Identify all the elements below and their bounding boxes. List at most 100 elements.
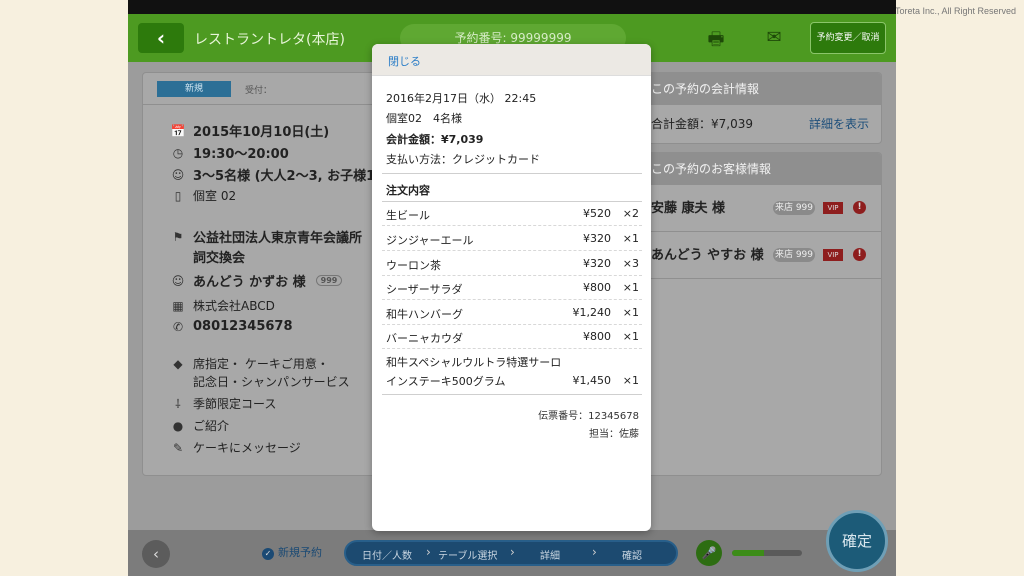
- cake-message-text: ケーキにメッセージ: [193, 441, 301, 455]
- customer-card: この予約のお客様情報 安藤 康夫 様 来店 999 VIP ! あんどう やすお…: [640, 152, 882, 476]
- person-icon: ☺: [171, 167, 185, 182]
- room-row: ▯ 個室 02: [169, 187, 236, 204]
- bottom-back-button[interactable]: ‹: [142, 540, 170, 568]
- detail-link[interactable]: 詳細を表示: [809, 105, 869, 143]
- date-row: 📅 2015年10月10日(土): [169, 121, 330, 141]
- new-reservation-button[interactable]: ✓ 新規予約: [262, 544, 322, 560]
- org-text-2: 詞交換会: [193, 251, 246, 266]
- requests-text-2: 記念日・シャンパンサービス: [193, 375, 350, 389]
- step-detail[interactable]: 詳細: [540, 547, 560, 562]
- divider: [382, 201, 642, 202]
- phone-icon: ✆: [172, 319, 184, 334]
- company-text: 株式会社ABCD: [193, 299, 275, 313]
- customer-row[interactable]: 安藤 康夫 様 来店 999 VIP !: [641, 185, 881, 231]
- step-date[interactable]: 日付／人数: [362, 547, 412, 562]
- receipt-total: 会計金額：¥7,039: [386, 133, 484, 146]
- visit-count-badge: 来店 999: [773, 248, 815, 262]
- accounting-title: この予約の会計情報: [641, 73, 881, 105]
- item-name-cont: インステーキ500グラム: [386, 375, 506, 388]
- step-confirm[interactable]: 確認: [622, 547, 642, 562]
- mail-icon[interactable]: ✉: [762, 27, 786, 49]
- clock-icon: ◷: [172, 145, 184, 160]
- room-text: 個室 02: [193, 189, 237, 203]
- item-price: ¥800: [583, 281, 611, 294]
- new-badge: 新規: [157, 81, 231, 97]
- receipt-datetime: 2016年2月17日（水） 22:45: [386, 92, 537, 105]
- item-qty: ×1: [622, 281, 639, 294]
- modal-header: 閉じる: [372, 44, 651, 76]
- back-button[interactable]: ‹: [138, 23, 184, 53]
- change-cancel-button[interactable]: 予約変更／取消: [810, 22, 886, 54]
- course-text: 季節限定コース: [193, 397, 277, 411]
- chevron-right-icon: ›: [510, 545, 515, 559]
- accounting-card: この予約の会計情報 合計金額：¥7,039 詳細を表示: [640, 72, 882, 144]
- customer-title: この予約のお客様情報: [641, 153, 881, 185]
- receipt-payment: 支払い方法：クレジットカード: [386, 153, 540, 166]
- customer-name: 安藤 康夫 様: [651, 201, 726, 216]
- microphone-icon[interactable]: 🎤: [696, 540, 722, 566]
- guest-row: ☺ あんどう かずお 様 999: [169, 271, 343, 290]
- mic-level-fill: [732, 550, 764, 556]
- calendar-icon: 📅: [170, 123, 186, 138]
- accounting-row: 合計金額：¥7,039 詳細を表示: [641, 105, 881, 143]
- door-icon: ▯: [174, 188, 182, 203]
- item-price: ¥1,450: [572, 374, 612, 387]
- copyright-text: Toreta Inc., All Right Reserved: [894, 6, 1016, 16]
- visit-count-badge: 来店 999: [773, 201, 815, 215]
- tag-icon: ◆: [173, 356, 183, 371]
- item-qty: ×1: [622, 306, 639, 319]
- circle-icon: ●: [172, 418, 184, 433]
- close-button[interactable]: 閉じる: [388, 53, 421, 69]
- check-icon: ✓: [262, 548, 274, 560]
- visit-badge: 999: [315, 275, 343, 286]
- item-qty: ×3: [622, 257, 639, 270]
- confirm-button[interactable]: 確定: [826, 510, 888, 572]
- step-table[interactable]: テーブル選択: [438, 547, 497, 562]
- flag-icon: ⚑: [172, 229, 184, 244]
- shop-name: レストラントレタ(本店): [194, 32, 345, 48]
- printer-icon[interactable]: 🖶: [704, 27, 728, 50]
- requests-row: ◆ 席指定・ ケーキご用意・: [169, 355, 328, 372]
- divider: [382, 299, 642, 300]
- phone-text: 08012345678: [193, 319, 293, 334]
- item-qty: ×1: [622, 330, 639, 343]
- slip-number: 伝票番号：12345678: [538, 411, 639, 422]
- item-name: ウーロン茶: [386, 259, 441, 272]
- divider: [382, 324, 642, 325]
- alert-icon: !: [853, 248, 866, 261]
- item-name: 和牛ハンバーグ: [386, 308, 463, 321]
- item-price: ¥320: [583, 232, 611, 245]
- smiley-icon: ☺: [171, 273, 185, 288]
- org-text-1: 公益社団法人東京青年会議所: [193, 231, 363, 246]
- customer-row[interactable]: あんどう やすお 様 来店 999 VIP !: [641, 232, 881, 278]
- divider: [382, 225, 642, 226]
- item-qty: ×1: [622, 374, 639, 387]
- receipt-modal: 閉じる 2016年2月17日（水） 22:45 個室02 4名様 会計金額：¥7…: [372, 44, 651, 531]
- item-name: バーニャカウダ: [386, 332, 463, 345]
- cutlery-icon: ⸸: [175, 397, 181, 411]
- step-indicator: 日付／人数 › テーブル選択 › 詳細 › 確認: [344, 540, 678, 566]
- mic-level-bar: [732, 550, 802, 556]
- chevron-left-icon: ‹: [153, 545, 159, 563]
- vip-badge: VIP: [823, 249, 843, 261]
- party-row: ☺ 3〜5名様 (大人2〜3, お子様1〜2): [169, 165, 403, 185]
- chevron-right-icon: ›: [426, 545, 431, 559]
- status-strip: [128, 0, 896, 14]
- item-price: ¥1,240: [572, 306, 612, 319]
- referral-row: ● ご紹介: [169, 417, 229, 434]
- item-qty: ×1: [622, 232, 639, 245]
- alert-icon: !: [853, 201, 866, 214]
- chevron-left-icon: ‹: [156, 26, 166, 50]
- date-text: 2015年10月10日(土): [193, 125, 330, 140]
- vip-badge: VIP: [823, 202, 843, 214]
- cake-message-row: ✎ ケーキにメッセージ: [169, 439, 301, 456]
- requests-row-2: 記念日・シャンパンサービス: [193, 373, 350, 390]
- divider: [382, 394, 642, 395]
- app-window: ‹ レストラントレタ(本店) 予約番号: 99999999 🖶 ✉ 予約変更／取…: [128, 0, 896, 576]
- chevron-right-icon: ›: [592, 545, 597, 559]
- item-qty: ×2: [622, 207, 639, 220]
- accounting-total: 合計金額：¥7,039: [651, 117, 753, 131]
- customer-name: あんどう やすお 様: [651, 248, 764, 263]
- pencil-icon: ✎: [172, 440, 184, 455]
- item-name: シーザーサラダ: [386, 283, 463, 296]
